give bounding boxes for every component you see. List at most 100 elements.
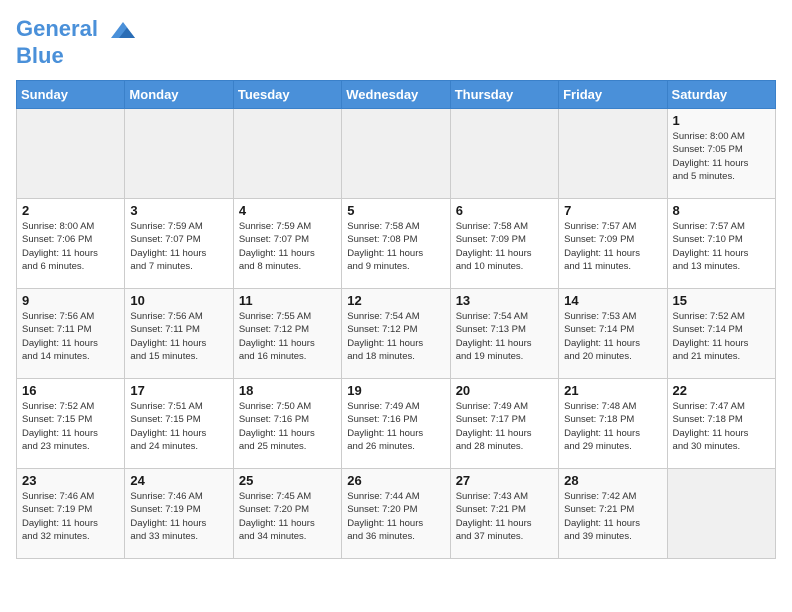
calendar-cell: 14 Sunrise: 7:53 AM Sunset: 7:14 PM Dayli… bbox=[559, 289, 667, 379]
day-number: 16 bbox=[22, 383, 119, 398]
day-number: 5 bbox=[347, 203, 444, 218]
day-info: Sunrise: 8:00 AM Sunset: 7:05 PM Dayligh… bbox=[673, 130, 770, 183]
day-number: 14 bbox=[564, 293, 661, 308]
calendar-cell bbox=[233, 109, 341, 199]
weekday-header: Friday bbox=[559, 81, 667, 109]
calendar-cell bbox=[342, 109, 450, 199]
day-info: Sunrise: 7:59 AM Sunset: 7:07 PM Dayligh… bbox=[130, 220, 227, 273]
day-info: Sunrise: 7:58 AM Sunset: 7:09 PM Dayligh… bbox=[456, 220, 553, 273]
calendar-cell: 22 Sunrise: 7:47 AM Sunset: 7:18 PM Dayli… bbox=[667, 379, 775, 469]
day-number: 26 bbox=[347, 473, 444, 488]
calendar-cell bbox=[450, 109, 558, 199]
day-info: Sunrise: 7:42 AM Sunset: 7:21 PM Dayligh… bbox=[564, 490, 661, 543]
day-number: 2 bbox=[22, 203, 119, 218]
weekday-header: Saturday bbox=[667, 81, 775, 109]
logo-blue: Blue bbox=[16, 44, 139, 68]
calendar-cell: 2Sunrise: 8:00 AM Sunset: 7:06 PM Daylig… bbox=[17, 199, 125, 289]
logo: General Blue bbox=[16, 16, 139, 68]
day-number: 13 bbox=[456, 293, 553, 308]
day-info: Sunrise: 7:46 AM Sunset: 7:19 PM Dayligh… bbox=[22, 490, 119, 543]
day-info: Sunrise: 7:53 AM Sunset: 7:14 PM Dayligh… bbox=[564, 310, 661, 363]
day-number: 8 bbox=[673, 203, 770, 218]
day-info: Sunrise: 7:51 AM Sunset: 7:15 PM Dayligh… bbox=[130, 400, 227, 453]
calendar-cell bbox=[17, 109, 125, 199]
calendar-cell: 25 Sunrise: 7:45 AM Sunset: 7:20 PM Dayli… bbox=[233, 469, 341, 559]
day-number: 3 bbox=[130, 203, 227, 218]
logo-text: General bbox=[16, 16, 139, 44]
calendar-cell: 17 Sunrise: 7:51 AM Sunset: 7:15 PM Dayli… bbox=[125, 379, 233, 469]
day-info: Sunrise: 7:55 AM Sunset: 7:12 PM Dayligh… bbox=[239, 310, 336, 363]
day-info: Sunrise: 7:57 AM Sunset: 7:10 PM Dayligh… bbox=[673, 220, 770, 273]
day-info: Sunrise: 7:54 AM Sunset: 7:13 PM Dayligh… bbox=[456, 310, 553, 363]
day-info: Sunrise: 7:45 AM Sunset: 7:20 PM Dayligh… bbox=[239, 490, 336, 543]
day-info: Sunrise: 7:52 AM Sunset: 7:15 PM Dayligh… bbox=[22, 400, 119, 453]
day-info: Sunrise: 7:48 AM Sunset: 7:18 PM Dayligh… bbox=[564, 400, 661, 453]
calendar-cell: 10 Sunrise: 7:56 AM Sunset: 7:11 PM Dayli… bbox=[125, 289, 233, 379]
day-number: 7 bbox=[564, 203, 661, 218]
day-number: 21 bbox=[564, 383, 661, 398]
calendar-cell: 5 Sunrise: 7:58 AM Sunset: 7:08 PM Daylig… bbox=[342, 199, 450, 289]
calendar-cell bbox=[667, 469, 775, 559]
day-info: Sunrise: 7:59 AM Sunset: 7:07 PM Dayligh… bbox=[239, 220, 336, 273]
calendar-cell: 26 Sunrise: 7:44 AM Sunset: 7:20 PM Dayli… bbox=[342, 469, 450, 559]
calendar-week-row: 9 Sunrise: 7:56 AM Sunset: 7:11 PM Daylig… bbox=[17, 289, 776, 379]
calendar-cell: 27Sunrise: 7:43 AM Sunset: 7:21 PM Dayli… bbox=[450, 469, 558, 559]
calendar-cell: 4Sunrise: 7:59 AM Sunset: 7:07 PM Daylig… bbox=[233, 199, 341, 289]
day-info: Sunrise: 7:56 AM Sunset: 7:11 PM Dayligh… bbox=[130, 310, 227, 363]
day-info: Sunrise: 7:52 AM Sunset: 7:14 PM Dayligh… bbox=[673, 310, 770, 363]
day-number: 18 bbox=[239, 383, 336, 398]
weekday-header: Tuesday bbox=[233, 81, 341, 109]
calendar-cell: 1 Sunrise: 8:00 AM Sunset: 7:05 PM Daylig… bbox=[667, 109, 775, 199]
day-info: Sunrise: 7:44 AM Sunset: 7:20 PM Dayligh… bbox=[347, 490, 444, 543]
day-number: 20 bbox=[456, 383, 553, 398]
page-header: General Blue bbox=[16, 16, 776, 68]
day-number: 12 bbox=[347, 293, 444, 308]
calendar-cell: 23 Sunrise: 7:46 AM Sunset: 7:19 PM Dayli… bbox=[17, 469, 125, 559]
day-info: Sunrise: 7:43 AM Sunset: 7:21 PM Dayligh… bbox=[456, 490, 553, 543]
day-info: Sunrise: 7:50 AM Sunset: 7:16 PM Dayligh… bbox=[239, 400, 336, 453]
day-number: 22 bbox=[673, 383, 770, 398]
calendar-cell: 13 Sunrise: 7:54 AM Sunset: 7:13 PM Dayli… bbox=[450, 289, 558, 379]
calendar-cell: 9 Sunrise: 7:56 AM Sunset: 7:11 PM Daylig… bbox=[17, 289, 125, 379]
day-info: Sunrise: 7:49 AM Sunset: 7:16 PM Dayligh… bbox=[347, 400, 444, 453]
day-info: Sunrise: 7:56 AM Sunset: 7:11 PM Dayligh… bbox=[22, 310, 119, 363]
weekday-header: Sunday bbox=[17, 81, 125, 109]
calendar-week-row: 2Sunrise: 8:00 AM Sunset: 7:06 PM Daylig… bbox=[17, 199, 776, 289]
day-number: 10 bbox=[130, 293, 227, 308]
day-number: 9 bbox=[22, 293, 119, 308]
calendar-week-row: 16 Sunrise: 7:52 AM Sunset: 7:15 PM Dayli… bbox=[17, 379, 776, 469]
calendar-cell: 15Sunrise: 7:52 AM Sunset: 7:14 PM Dayli… bbox=[667, 289, 775, 379]
day-number: 17 bbox=[130, 383, 227, 398]
calendar-week-row: 23 Sunrise: 7:46 AM Sunset: 7:19 PM Dayli… bbox=[17, 469, 776, 559]
calendar-cell: 19 Sunrise: 7:49 AM Sunset: 7:16 PM Dayli… bbox=[342, 379, 450, 469]
weekday-header: Wednesday bbox=[342, 81, 450, 109]
day-number: 28 bbox=[564, 473, 661, 488]
calendar-cell: 18 Sunrise: 7:50 AM Sunset: 7:16 PM Dayli… bbox=[233, 379, 341, 469]
day-number: 11 bbox=[239, 293, 336, 308]
calendar-cell bbox=[125, 109, 233, 199]
calendar-cell: 16 Sunrise: 7:52 AM Sunset: 7:15 PM Dayli… bbox=[17, 379, 125, 469]
weekday-row: SundayMondayTuesdayWednesdayThursdayFrid… bbox=[17, 81, 776, 109]
day-number: 25 bbox=[239, 473, 336, 488]
day-number: 1 bbox=[673, 113, 770, 128]
calendar-cell: 28 Sunrise: 7:42 AM Sunset: 7:21 PM Dayli… bbox=[559, 469, 667, 559]
calendar-week-row: 1 Sunrise: 8:00 AM Sunset: 7:05 PM Daylig… bbox=[17, 109, 776, 199]
day-info: Sunrise: 7:46 AM Sunset: 7:19 PM Dayligh… bbox=[130, 490, 227, 543]
calendar-body: 1 Sunrise: 8:00 AM Sunset: 7:05 PM Daylig… bbox=[17, 109, 776, 559]
day-number: 23 bbox=[22, 473, 119, 488]
day-info: Sunrise: 7:57 AM Sunset: 7:09 PM Dayligh… bbox=[564, 220, 661, 273]
day-info: Sunrise: 7:58 AM Sunset: 7:08 PM Dayligh… bbox=[347, 220, 444, 273]
day-number: 6 bbox=[456, 203, 553, 218]
day-info: Sunrise: 7:49 AM Sunset: 7:17 PM Dayligh… bbox=[456, 400, 553, 453]
day-info: Sunrise: 7:47 AM Sunset: 7:18 PM Dayligh… bbox=[673, 400, 770, 453]
calendar-cell: 7 Sunrise: 7:57 AM Sunset: 7:09 PM Daylig… bbox=[559, 199, 667, 289]
calendar-table: SundayMondayTuesdayWednesdayThursdayFrid… bbox=[16, 80, 776, 559]
weekday-header: Thursday bbox=[450, 81, 558, 109]
calendar-cell: 3 Sunrise: 7:59 AM Sunset: 7:07 PM Daylig… bbox=[125, 199, 233, 289]
calendar-cell: 24Sunrise: 7:46 AM Sunset: 7:19 PM Dayli… bbox=[125, 469, 233, 559]
day-info: Sunrise: 7:54 AM Sunset: 7:12 PM Dayligh… bbox=[347, 310, 444, 363]
calendar-cell: 21 Sunrise: 7:48 AM Sunset: 7:18 PM Dayli… bbox=[559, 379, 667, 469]
calendar-cell: 12 Sunrise: 7:54 AM Sunset: 7:12 PM Dayli… bbox=[342, 289, 450, 379]
calendar-header: SundayMondayTuesdayWednesdayThursdayFrid… bbox=[17, 81, 776, 109]
day-number: 19 bbox=[347, 383, 444, 398]
